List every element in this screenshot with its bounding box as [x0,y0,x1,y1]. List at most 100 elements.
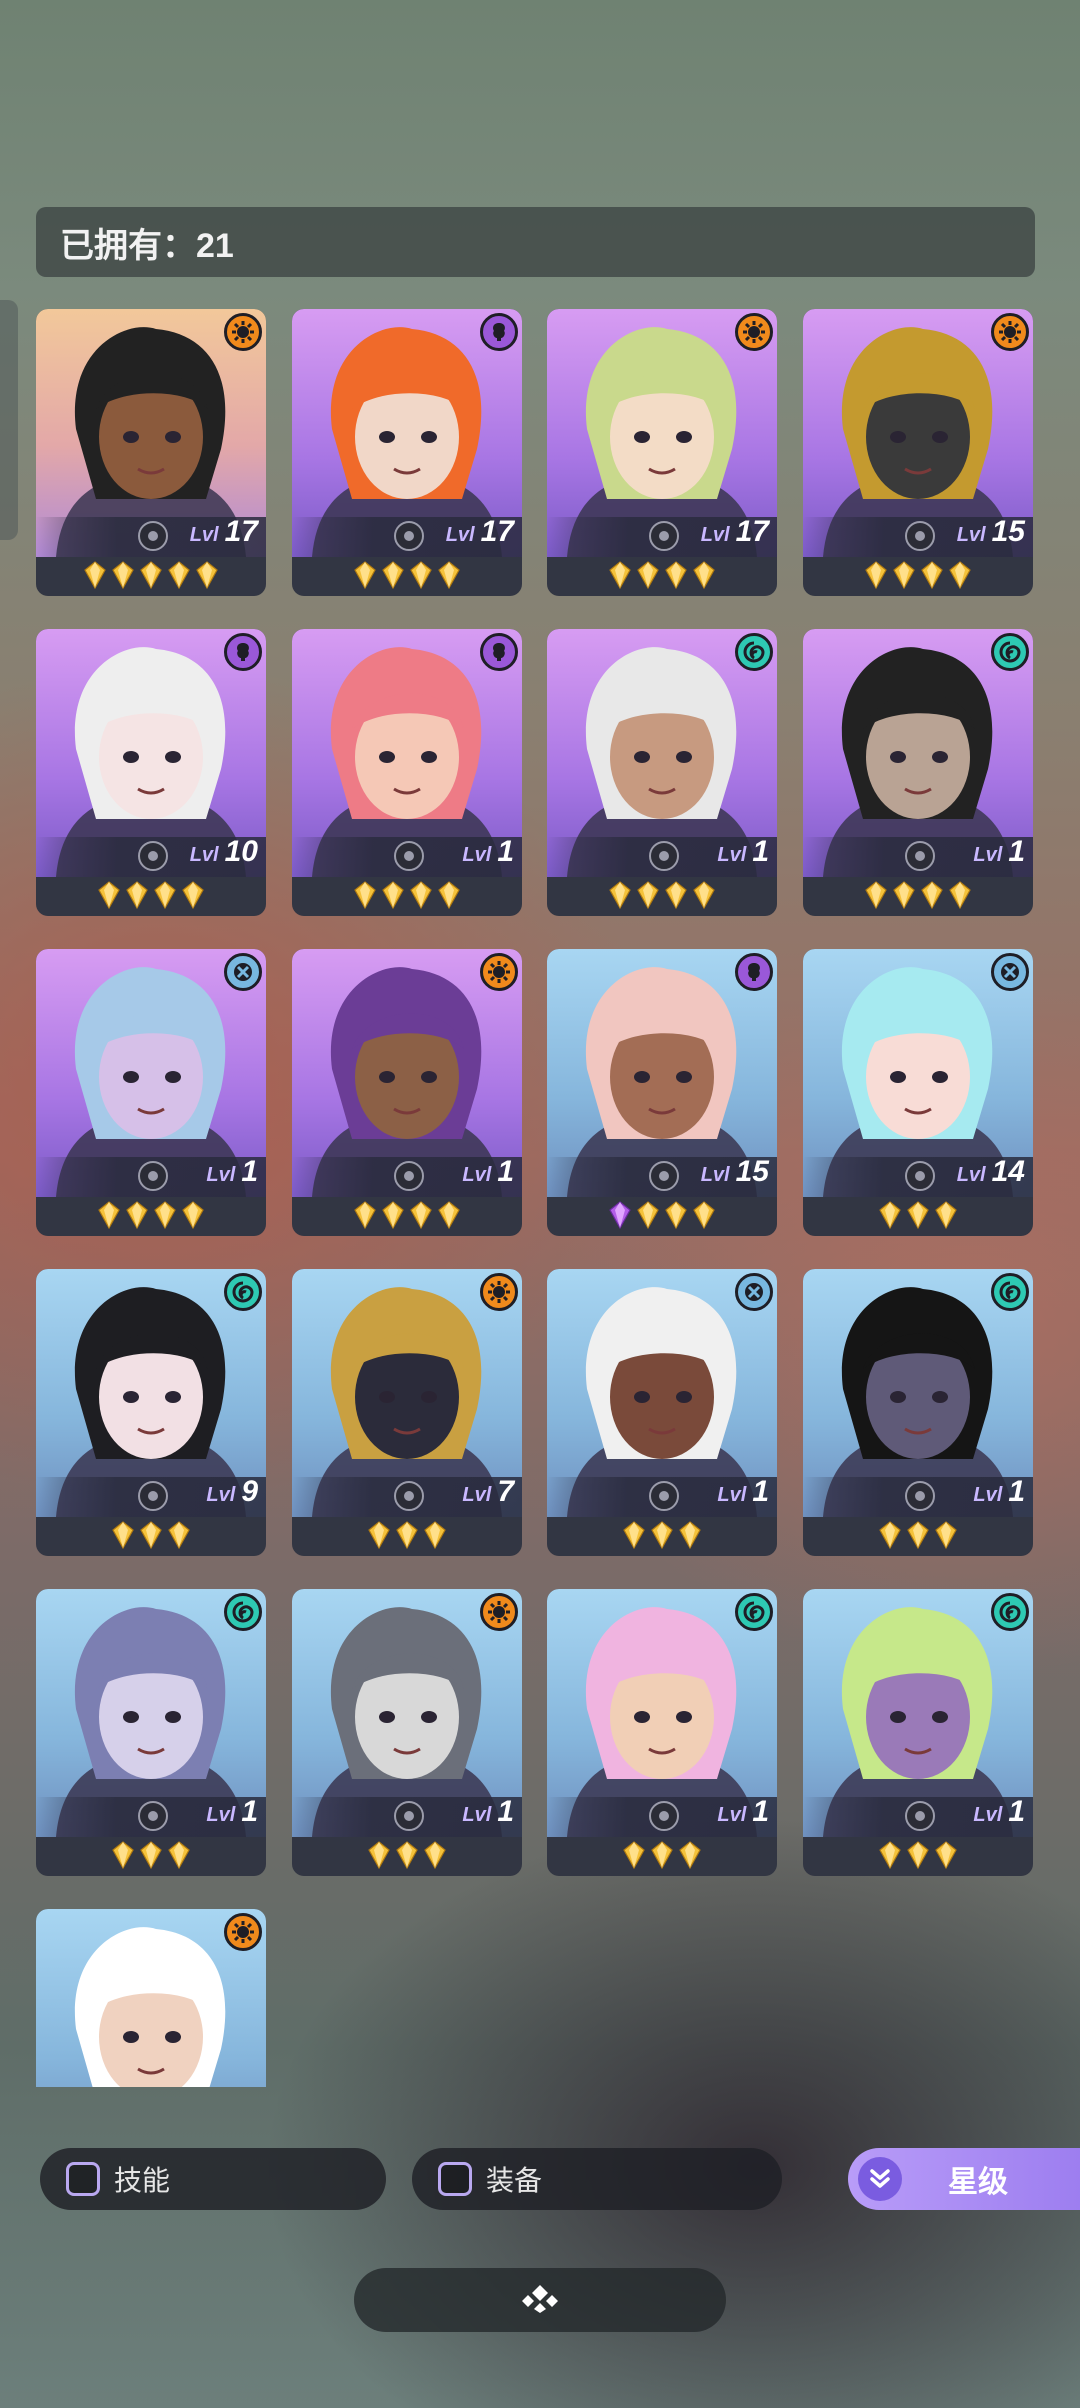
level-prefix: Lvl [956,524,986,546]
hero-level: Lvl 1 [206,1795,258,1829]
star-rating [292,1841,522,1871]
hero-card[interactable]: Lvl 1 [292,1589,522,1876]
hero-card[interactable]: Lvl 17 [36,309,266,596]
star-rating [547,881,777,911]
star-rating [547,1201,777,1231]
gold-star-gem-icon [438,1201,460,1229]
hero-card[interactable]: Lvl 1 [292,949,522,1236]
gold-star-gem-icon [112,1841,134,1869]
hero-card[interactable]: Lvl 17 [547,309,777,596]
gold-star-gem-icon [140,1521,162,1549]
cross-element-icon [224,953,262,991]
owned-count-label: 已拥有：21 [60,226,234,265]
equipment-slot-icon [138,521,168,551]
hero-card[interactable]: Lvl 1 [803,1269,1033,1556]
star-rating [803,561,1033,591]
gold-star-gem-icon [693,881,715,909]
equipment-slot-icon [138,1481,168,1511]
gold-star-gem-icon [182,881,204,909]
hero-card[interactable]: Lvl 17 [292,309,522,596]
wind-element-icon [224,1593,262,1631]
gold-star-gem-icon [651,1521,673,1549]
level-value: 1 [497,835,514,868]
gold-star-gem-icon [154,1201,176,1229]
hero-card[interactable]: Lvl 1 [547,1269,777,1556]
gold-star-gem-icon [424,1841,446,1869]
equipment-slot-icon [138,1801,168,1831]
gold-star-gem-icon [665,881,687,909]
gold-star-gem-icon [410,1201,432,1229]
gold-star-gem-icon [907,1201,929,1229]
gold-star-gem-icon [879,1521,901,1549]
hero-card[interactable]: Lvl 15 [803,309,1033,596]
gold-star-gem-icon [368,1521,390,1549]
gold-star-gem-icon [949,881,971,909]
side-drawer-handle[interactable] [0,300,18,540]
equipment-checkbox[interactable] [438,2162,472,2196]
gold-star-gem-icon [893,881,915,909]
star-rating [803,1841,1033,1871]
gold-star-gem-icon [98,881,120,909]
gold-star-gem-icon [396,1841,418,1869]
star-rating [292,881,522,911]
gold-star-gem-icon [126,881,148,909]
expand-panel-button[interactable] [354,2268,726,2332]
fire-element-icon [224,1913,262,1951]
equipment-slot-icon [649,1161,679,1191]
gold-star-gem-icon [693,561,715,589]
hero-card[interactable]: Lvl 1 [36,1589,266,1876]
level-value: 15 [735,1155,769,1188]
star-rating [547,561,777,591]
level-value: 1 [752,1475,769,1508]
skill-filter-toggle[interactable]: 技能 [40,2148,386,2210]
star-sort-button[interactable]: 星级 [848,2148,1080,2210]
equipment-slot-icon [649,521,679,551]
hero-level: Lvl 1 [973,1795,1025,1829]
equipment-filter-toggle[interactable]: 装备 [412,2148,782,2210]
hero-card[interactable]: Lvl 10 [36,629,266,916]
hero-card[interactable] [36,1909,266,2087]
hero-card[interactable]: Lvl 1 [547,1589,777,1876]
level-value: 14 [991,1155,1025,1188]
mind-element-icon [480,633,518,671]
gold-star-gem-icon [651,1841,673,1869]
level-prefix: Lvl [462,1804,492,1826]
level-prefix: Lvl [717,844,747,866]
hero-card[interactable]: Lvl 7 [292,1269,522,1556]
gold-star-gem-icon [196,561,218,589]
wind-element-icon [991,1273,1029,1311]
gold-star-gem-icon [168,1521,190,1549]
gold-star-gem-icon [382,881,404,909]
star-rating [36,1521,266,1551]
hero-card[interactable]: Lvl 1 [803,1589,1033,1876]
hero-card[interactable]: Lvl 14 [803,949,1033,1236]
level-value: 1 [1008,835,1025,868]
level-value: 1 [241,1155,258,1188]
gold-star-gem-icon [112,1521,134,1549]
level-value: 17 [480,515,514,548]
skill-checkbox[interactable] [66,2162,100,2196]
hero-card[interactable]: Lvl 1 [36,949,266,1236]
gold-star-gem-icon [424,1521,446,1549]
gold-star-gem-icon [637,561,659,589]
level-prefix: Lvl [700,1164,730,1186]
star-rating [292,561,522,591]
hero-card[interactable]: Lvl 1 [292,629,522,916]
equipment-slot-icon [394,1801,424,1831]
cross-element-icon [735,1273,773,1311]
hero-level: Lvl 17 [190,515,258,549]
hero-card[interactable]: Lvl 1 [803,629,1033,916]
hero-level: Lvl 1 [717,1475,769,1509]
level-prefix: Lvl [462,1164,492,1186]
hero-card[interactable]: Lvl 9 [36,1269,266,1556]
level-prefix: Lvl [956,1164,986,1186]
mind-element-icon [480,313,518,351]
mind-element-icon [735,953,773,991]
cross-element-icon [991,953,1029,991]
level-prefix: Lvl [700,524,730,546]
fire-element-icon [224,313,262,351]
level-prefix: Lvl [189,844,219,866]
hero-card[interactable]: Lvl 15 [547,949,777,1236]
hero-card[interactable]: Lvl 1 [547,629,777,916]
equipment-slot-icon [905,1801,935,1831]
